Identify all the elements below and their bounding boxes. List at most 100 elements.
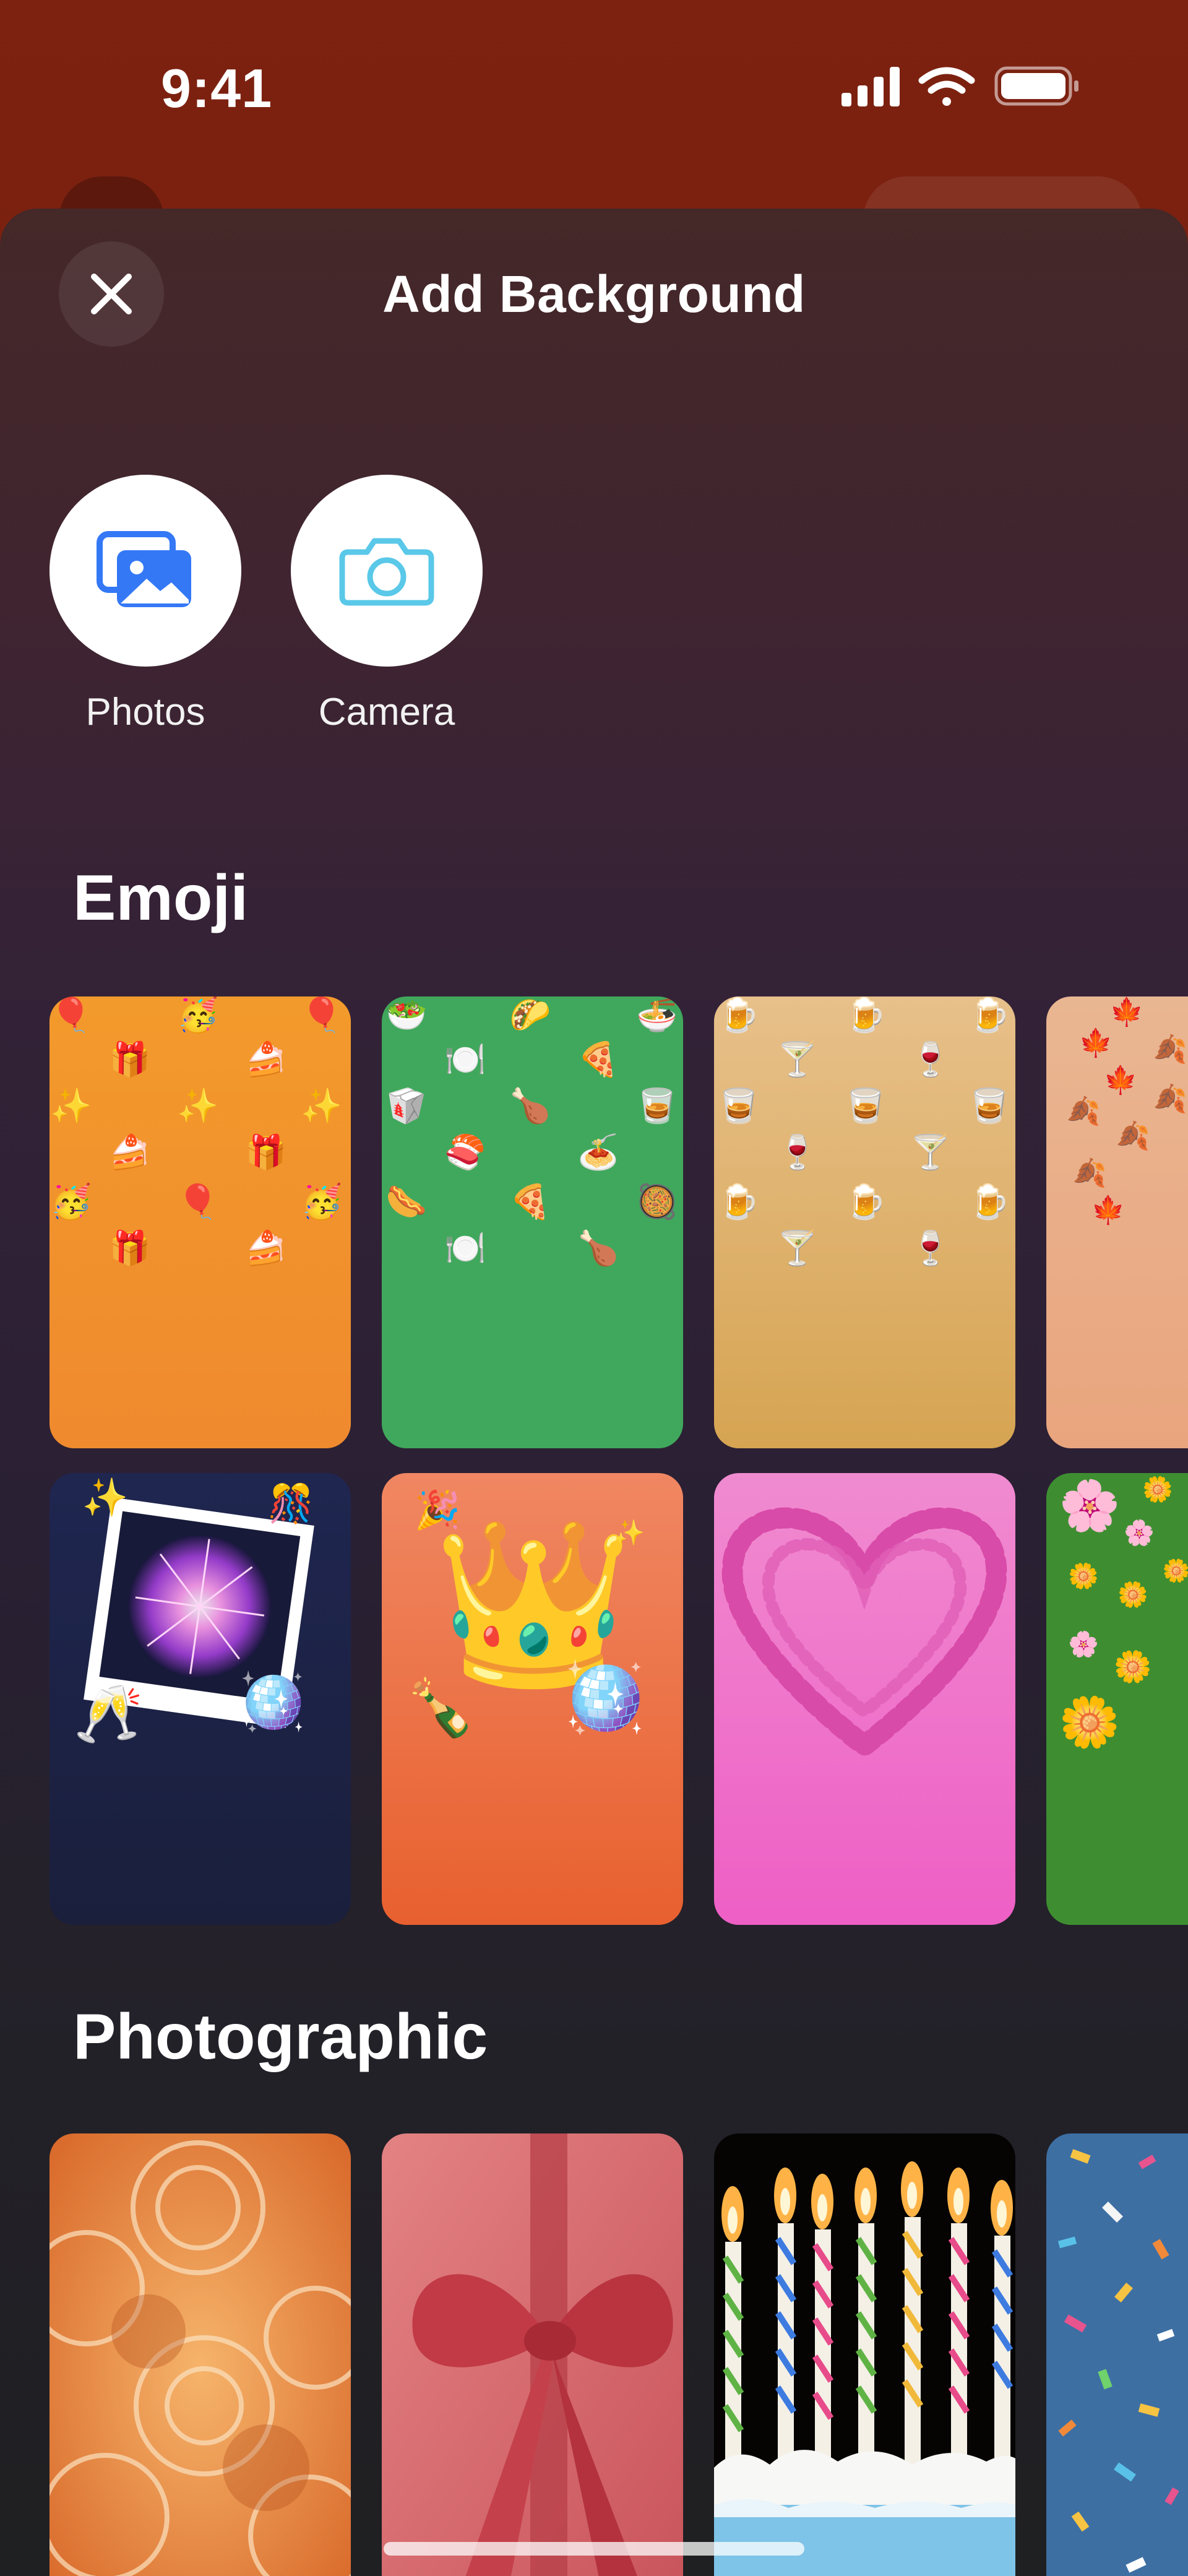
battery-icon xyxy=(994,66,1078,106)
fallen-leaf-icon: 🍂 xyxy=(1073,1157,1107,1189)
party-popper-icon: 🎉 xyxy=(415,1489,461,1532)
photos-icon xyxy=(97,531,191,607)
photos-button[interactable]: Photos xyxy=(50,475,241,734)
whiskey-icon: 🥃 xyxy=(845,1086,886,1125)
camera-icon xyxy=(339,538,434,606)
add-background-sheet: Add Background Photos Camera Emoji 🎈 🥳 🎈… xyxy=(0,209,1188,2576)
balloon-icon: 🎈 xyxy=(177,1182,218,1221)
disco-ball-icon: 🪩 xyxy=(562,1658,647,1737)
beer-icon: 🍺 xyxy=(718,996,759,1034)
fallen-leaf-icon: 🍂 xyxy=(1067,1096,1101,1127)
food-tile-art: 🥗 🌮 🍜 🍽️ 🍕 🥡 🍗 🥃 🍣 🍝 🌭 🍕 🥘 🍽️ 🍗 xyxy=(382,996,683,1448)
photo-tile-candles[interactable] xyxy=(714,2133,1015,2576)
wifi-icon xyxy=(918,67,975,106)
cocktail-icon: 🍸 xyxy=(777,1228,818,1268)
ribbon-photo xyxy=(382,2133,683,2576)
beer-icon: 🍺 xyxy=(968,1182,1010,1221)
poultry-icon: 🍗 xyxy=(509,1086,551,1125)
poultry-icon: 🍗 xyxy=(577,1229,619,1268)
hearts-tile-art xyxy=(714,1473,1015,1925)
confetti-photo xyxy=(1046,2133,1188,2576)
cake-icon: 🍰 xyxy=(109,1133,150,1172)
blossom-icon: 🌼 xyxy=(1114,1649,1152,1685)
camera-circle[interactable] xyxy=(291,475,483,667)
cake-icon: 🍰 xyxy=(245,1229,286,1268)
emoji-tile-drinks[interactable]: 🍺 🍺 🍺 🍸 🍷 🥃 🥃 🥃 🍷 🍸 🍺 🍺 🍺 🍸 🍷 xyxy=(714,996,1015,1448)
photo-tile-glassware[interactable] xyxy=(50,2133,351,2576)
whiskey-icon: 🥃 xyxy=(718,1086,759,1125)
wine-icon: 🍷 xyxy=(910,1229,951,1268)
blossom-icon: 🌼 xyxy=(1117,1580,1148,1609)
status-bar: 9:41 xyxy=(0,0,1188,186)
maple-leaf-icon: 🍁 xyxy=(1104,1065,1138,1096)
cake-icon: 🍰 xyxy=(245,1040,286,1079)
sheet-title: Add Background xyxy=(382,265,806,323)
beer-icon: 🍺 xyxy=(845,996,886,1034)
status-icons xyxy=(842,66,1078,106)
fallen-leaf-icon: 🍂 xyxy=(1153,1083,1187,1115)
glassware-photo xyxy=(50,2133,351,2576)
photo-tile-confetti[interactable] xyxy=(1046,2133,1188,2576)
spaghetti-icon: 🍝 xyxy=(577,1133,619,1172)
fallen-leaf-icon: 🍂 xyxy=(1153,1034,1187,1065)
maple-leaf-icon: 🍁 xyxy=(1079,1027,1113,1059)
autumn-tile-art: 🍁 🍁 🍂 🍁 🍂 🍂 🍂 🍂 🍁 xyxy=(1046,996,1188,1448)
whiskey-icon: 🥃 xyxy=(636,1086,678,1125)
fireworks-tile-art: 🥂 🪩 ✨ 🎊 xyxy=(50,1473,351,1925)
sparkles-icon: ✨ xyxy=(301,1086,342,1125)
photo-tile-ribbon[interactable] xyxy=(382,2133,683,2576)
cherry-blossom-icon: 🌸 xyxy=(1059,1477,1121,1534)
wine-icon: 🍷 xyxy=(910,1040,951,1079)
champagne-glasses-icon: 🥂 xyxy=(74,1682,143,1747)
balloon-icon: 🎈 xyxy=(301,996,342,1034)
partying-face-icon: 🥳 xyxy=(301,1182,342,1221)
champagne-bottle-icon: 🍾 xyxy=(406,1675,475,1740)
maple-leaf-icon: 🍁 xyxy=(1110,996,1144,1028)
whiskey-icon: 🥃 xyxy=(968,1086,1010,1125)
taco-icon: 🌮 xyxy=(509,996,551,1034)
home-indicator xyxy=(384,2542,804,2556)
emoji-tile-party[interactable]: 🎈 🥳 🎈 🎁 🍰 ✨ ✨ ✨ 🍰 🎁 🥳 🎈 🥳 🎁 🍰 xyxy=(50,996,351,1448)
plate-icon: 🍽️ xyxy=(444,1040,486,1079)
drinks-tile-art: 🍺 🍺 🍺 🍸 🍷 🥃 🥃 🥃 🍷 🍸 🍺 🍺 🍺 🍸 🍷 xyxy=(714,996,1015,1448)
gift-icon: 🎁 xyxy=(109,1040,150,1079)
salad-icon: 🥗 xyxy=(385,996,427,1034)
photos-circle[interactable] xyxy=(50,475,241,667)
emoji-tile-hearts[interactable] xyxy=(714,1473,1015,1925)
camera-button[interactable]: Camera xyxy=(291,475,483,734)
maple-leaf-icon: 🍁 xyxy=(1091,1195,1126,1226)
cherry-blossom-icon: 🌸 xyxy=(1068,1630,1099,1659)
emoji-tile-food[interactable]: 🥗 🌮 🍜 🍽️ 🍕 🥡 🍗 🥃 🍣 🍝 🌭 🍕 🥘 🍽️ 🍗 xyxy=(382,996,683,1448)
emoji-tile-fireworks[interactable]: 🥂 🪩 ✨ 🎊 xyxy=(50,1473,351,1925)
fallen-leaf-icon: 🍂 xyxy=(1116,1120,1150,1152)
blossom-icon: 🌼 xyxy=(1059,1693,1121,1751)
wine-icon: 🍷 xyxy=(777,1133,818,1172)
sushi-icon: 🍣 xyxy=(444,1132,486,1172)
emoji-tile-crown[interactable]: 👑 🪩 🍾 🎉 ✨ xyxy=(382,1473,683,1925)
pizza-icon: 🍕 xyxy=(509,1182,551,1221)
beer-icon: 🍺 xyxy=(718,1182,759,1221)
sparkles-icon: ✨ xyxy=(614,1519,645,1547)
flowers-tile-art: 🌸 🌼 🌸 🌼 🌼 🌼 🌸 🌼 🌼 xyxy=(1046,1473,1188,1925)
photos-label: Photos xyxy=(85,691,205,733)
photographic-section-heading: Photographic xyxy=(73,2001,488,2073)
takeout-icon: 🥡 xyxy=(385,1086,427,1126)
gift-icon: 🎁 xyxy=(245,1133,286,1172)
partying-face-icon: 🥳 xyxy=(50,1182,92,1221)
emoji-tile-autumn-leaves[interactable]: 🍁 🍁 🍂 🍁 🍂 🍂 🍂 🍂 🍁 xyxy=(1046,996,1188,1448)
camera-label: Camera xyxy=(318,691,455,733)
sparkles-icon: ✨ xyxy=(50,1086,92,1125)
emoji-tile-flowers[interactable]: 🌸 🌼 🌸 🌼 🌼 🌼 🌸 🌼 🌼 xyxy=(1046,1473,1188,1925)
party-tile-art: 🎈 🥳 🎈 🎁 🍰 ✨ ✨ ✨ 🍰 🎁 🥳 🎈 🥳 🎁 🍰 xyxy=(50,996,351,1448)
hotdog-icon: 🌭 xyxy=(385,1182,427,1221)
blossom-icon: 🌼 xyxy=(1142,1475,1173,1504)
cocktail-icon: 🍸 xyxy=(777,1039,818,1079)
blossom-icon: 🌼 xyxy=(1163,1558,1188,1584)
plate-icon: 🍽️ xyxy=(444,1229,486,1268)
candles-photo xyxy=(714,2133,1015,2576)
party-popper-icon: 🎊 xyxy=(268,1481,314,1526)
sparkles-icon: ✨ xyxy=(82,1476,129,1519)
gift-icon: 🎁 xyxy=(109,1229,150,1268)
cocktail-icon: 🍸 xyxy=(910,1132,951,1172)
disco-ball-icon: 🪩 xyxy=(238,1669,307,1734)
